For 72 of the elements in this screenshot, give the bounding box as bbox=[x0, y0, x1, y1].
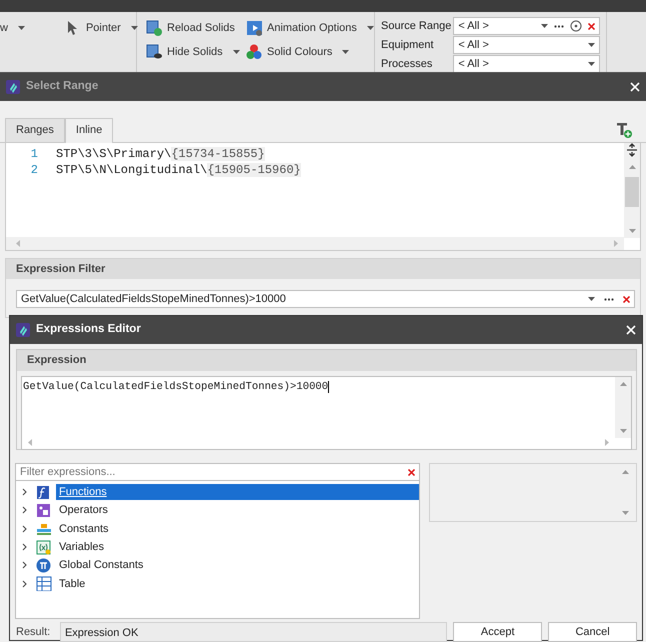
app-logo-icon bbox=[6, 80, 20, 94]
clear-icon[interactable] bbox=[408, 468, 416, 476]
result-field: Expression OK bbox=[60, 622, 448, 642]
clear-icon[interactable] bbox=[588, 22, 595, 30]
expand-chevron-icon[interactable] bbox=[22, 580, 27, 588]
caret-icon[interactable] bbox=[130, 26, 138, 30]
code-line: STP\5\N\Longitudinal\{15905-15960} bbox=[56, 162, 301, 178]
expand-chevron-icon[interactable] bbox=[22, 524, 27, 533]
ribbon-button[interactable]: w bbox=[0, 17, 25, 39]
tree-item[interactable]: Global Constants bbox=[56, 557, 146, 574]
close-icon[interactable] bbox=[630, 82, 640, 92]
filter-combo[interactable]: < All > bbox=[453, 17, 600, 35]
ribbon-button[interactable]: Animation Options bbox=[246, 17, 374, 39]
filter-field[interactable]: GetValue(CalculatedFieldsStopeMinedTonnes)>10000 bbox=[16, 290, 635, 308]
target-icon[interactable] bbox=[570, 20, 582, 32]
code-line: STP\3\S\Primary\{15734-15855} bbox=[56, 146, 265, 162]
window-title: Select Range bbox=[26, 79, 98, 94]
filter-label: Processes bbox=[381, 56, 434, 72]
expand-chevron-icon[interactable] bbox=[22, 506, 27, 514]
filter-combo[interactable]: < All > bbox=[453, 36, 600, 54]
caret-icon[interactable] bbox=[588, 62, 595, 66]
expand-chevron-icon[interactable] bbox=[22, 561, 27, 570]
dialog-button[interactable]: Cancel bbox=[548, 622, 638, 642]
expand-chevron-icon[interactable] bbox=[22, 488, 27, 496]
close-icon[interactable] bbox=[626, 325, 636, 335]
tree-item[interactable]: Variables bbox=[56, 539, 108, 556]
group-header: Expression bbox=[17, 350, 636, 370]
ellipsis-icon[interactable] bbox=[604, 298, 614, 300]
colour-dots-icon bbox=[246, 44, 263, 60]
split-icon[interactable] bbox=[626, 142, 638, 156]
ellipsis-icon[interactable] bbox=[554, 24, 564, 28]
add-text-icon[interactable] bbox=[616, 122, 632, 138]
tree-item[interactable]: Functions bbox=[56, 484, 420, 500]
result-label: Result: bbox=[15, 624, 52, 640]
filter-combo[interactable]: < All > bbox=[453, 55, 600, 73]
ribbon-button[interactable]: Hide Solids bbox=[146, 41, 236, 63]
caret-icon[interactable] bbox=[342, 50, 350, 54]
operators-icon bbox=[36, 502, 52, 518]
expression-text: GetValue(CalculatedFieldsStopeMinedTonnes)>10000 bbox=[23, 380, 330, 392]
ribbon-button[interactable]: Solid Colours bbox=[246, 41, 374, 63]
cube-icon bbox=[146, 44, 163, 60]
filter-label: Equipment bbox=[381, 38, 435, 53]
caret-icon[interactable] bbox=[18, 26, 25, 30]
line-number: 1 bbox=[30, 146, 39, 162]
pi-icon bbox=[36, 558, 52, 573]
tree-item[interactable]: Operators bbox=[56, 502, 111, 518]
window-title: Expressions Editor bbox=[36, 322, 141, 338]
caret-icon[interactable] bbox=[541, 24, 548, 28]
filter-label: Source Range bbox=[381, 18, 452, 34]
group-header: Expression Filter bbox=[6, 258, 640, 279]
film-icon bbox=[246, 20, 263, 36]
line-number: 2 bbox=[30, 162, 39, 178]
caret-icon[interactable] bbox=[366, 26, 374, 30]
function-icon bbox=[36, 484, 52, 500]
ribbon-button[interactable]: Reload Solids bbox=[146, 17, 236, 39]
variables-icon bbox=[36, 540, 52, 555]
tree-item[interactable]: Constants bbox=[56, 520, 112, 537]
dialog-button[interactable]: Accept bbox=[453, 622, 542, 642]
caret-icon[interactable] bbox=[232, 50, 240, 54]
expand-chevron-icon[interactable] bbox=[22, 543, 27, 552]
constants-icon bbox=[36, 521, 52, 536]
tab[interactable]: Ranges bbox=[5, 118, 65, 142]
tab[interactable]: Inline bbox=[64, 118, 114, 142]
ribbon-button[interactable]: Pointer bbox=[64, 17, 138, 39]
scroll-thumb[interactable] bbox=[625, 176, 639, 206]
caret-icon[interactable] bbox=[588, 43, 595, 47]
table-icon bbox=[36, 576, 52, 592]
tree-item[interactable]: Table bbox=[56, 576, 88, 592]
cube-icon bbox=[146, 20, 163, 36]
caret-icon[interactable] bbox=[588, 297, 595, 301]
app-logo-icon bbox=[16, 323, 30, 337]
clear-icon[interactable] bbox=[623, 296, 630, 302]
